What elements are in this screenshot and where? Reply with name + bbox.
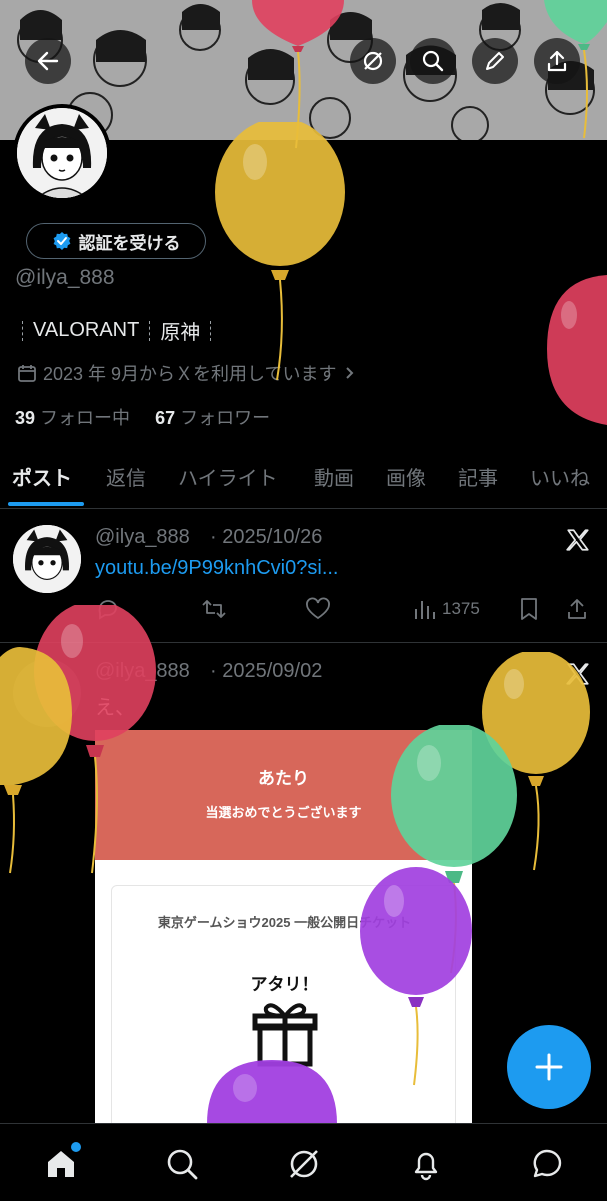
tab-likes[interactable]: いいね	[530, 462, 590, 491]
repost-icon	[202, 600, 226, 618]
joined-date[interactable]: 2023 年 9月からＸを利用しています	[17, 360, 357, 386]
compose-icon	[535, 1053, 563, 1081]
bio-item-genshin: 原神	[160, 322, 201, 344]
edit-icon	[486, 52, 504, 70]
following-label: フォロー中	[40, 408, 131, 428]
nav-notifications[interactable]	[406, 1144, 446, 1184]
profile-handle: @ilya_888	[15, 266, 115, 289]
post-date: · 2025/09/02	[210, 660, 323, 682]
share-button[interactable]	[534, 38, 580, 84]
bookmark-icon	[521, 598, 537, 620]
bottom-nav	[0, 1123, 607, 1201]
following-link[interactable]: 39 フォロー中	[15, 408, 130, 428]
bookmark-button[interactable]	[518, 596, 540, 622]
back-button[interactable]	[25, 38, 71, 84]
tab-videos[interactable]: 動画	[314, 462, 354, 491]
x-logo-icon	[566, 663, 589, 685]
search-button[interactable]	[410, 38, 456, 84]
prize-label: アタリ！	[250, 975, 319, 994]
nav-messages[interactable]	[527, 1144, 567, 1184]
calendar-icon	[18, 365, 36, 382]
repost-button[interactable]	[201, 596, 227, 622]
views-button[interactable]: 1375	[412, 596, 480, 622]
nav-home[interactable]	[41, 1142, 81, 1184]
views-count: 1375	[442, 599, 480, 618]
post-avatar[interactable]	[13, 525, 81, 593]
reply-button[interactable]	[96, 596, 120, 622]
tab-articles[interactable]: 記事	[458, 462, 498, 491]
grok-icon	[363, 51, 383, 71]
joined-label: 2023 年 9月からＸを利用しています	[43, 364, 337, 384]
active-tab-indicator	[8, 502, 84, 506]
bio-item-valorant: VALORANT	[33, 319, 140, 341]
post-date: · 2025/10/26	[210, 526, 323, 548]
post-author[interactable]: @ilya_888	[95, 526, 190, 549]
tab-posts[interactable]: ポスト	[12, 462, 72, 491]
bio-divider	[149, 320, 151, 341]
bio-divider	[22, 320, 23, 341]
unread-dot	[71, 1142, 81, 1152]
post-card[interactable]: @ilya_888 · 2025/10/26 youtu.be/9P99knhC…	[0, 509, 607, 643]
gift-icon	[252, 1003, 318, 1067]
tab-highlights[interactable]: ハイライト	[178, 462, 278, 491]
following-count: 39	[15, 408, 36, 428]
post-image[interactable]: あたり 当選おめでとうございます 東京ゲームショウ2025 一般公開日チケット …	[95, 730, 472, 1140]
views-icon	[415, 601, 435, 619]
follow-stats: 39 フォロー中 67 フォロワー	[15, 404, 270, 430]
ticket-card: 東京ゲームショウ2025 一般公開日チケット アタリ！	[111, 885, 456, 1140]
grok-icon	[290, 1150, 318, 1178]
post-author[interactable]: @ilya_888	[95, 660, 190, 683]
lottery-result-subtitle: 当選おめでとうございます	[205, 805, 362, 820]
like-icon	[306, 597, 330, 620]
nav-grok[interactable]	[284, 1144, 324, 1184]
bio-divider	[210, 320, 212, 341]
search-icon	[422, 50, 444, 72]
x-logo-icon	[566, 529, 589, 551]
share-icon	[568, 599, 586, 619]
get-verified-label: 認証を受ける	[78, 233, 181, 253]
edit-button[interactable]	[472, 38, 518, 84]
lottery-result-header: あたり 当選おめでとうございます	[95, 730, 472, 860]
home-icon	[48, 1151, 74, 1177]
followers-count: 67	[155, 408, 176, 428]
followers-label: フォロワー	[180, 408, 271, 428]
profile-avatar[interactable]	[13, 104, 111, 202]
share-icon	[547, 50, 567, 72]
like-button[interactable]	[305, 596, 331, 622]
verified-icon	[53, 232, 70, 250]
post-text: え、	[95, 697, 135, 719]
get-verified-button[interactable]: 認証を受ける	[26, 223, 206, 259]
search-icon	[167, 1149, 198, 1180]
followers-link[interactable]: 67 フォロワー	[155, 408, 270, 428]
post-avatar[interactable]	[13, 659, 81, 727]
post-share-button[interactable]	[566, 596, 588, 622]
profile-bio: VALORANT 原神	[22, 316, 212, 345]
chevron-right-icon	[345, 367, 353, 379]
reply-icon	[98, 600, 117, 620]
back-arrow-icon	[37, 51, 59, 71]
tab-replies[interactable]: 返信	[106, 462, 146, 491]
profile-tabs: ポスト 返信 ハイライト 動画 画像 記事 いいね	[0, 448, 607, 509]
balloon-red	[547, 275, 607, 425]
grok-button[interactable]	[350, 38, 396, 84]
lottery-result-title: あたり	[258, 769, 309, 788]
ticket-event-name: 東京ゲームショウ2025 一般公開日チケット	[157, 915, 412, 930]
compose-button[interactable]	[507, 1025, 591, 1109]
nav-search[interactable]	[162, 1144, 202, 1184]
tab-media[interactable]: 画像	[386, 462, 426, 491]
messages-icon	[533, 1149, 562, 1178]
post-link[interactable]: youtu.be/9P99knhCvi0?si...	[95, 557, 339, 580]
notifications-icon	[414, 1152, 438, 1181]
balloon-yellow	[215, 122, 345, 381]
